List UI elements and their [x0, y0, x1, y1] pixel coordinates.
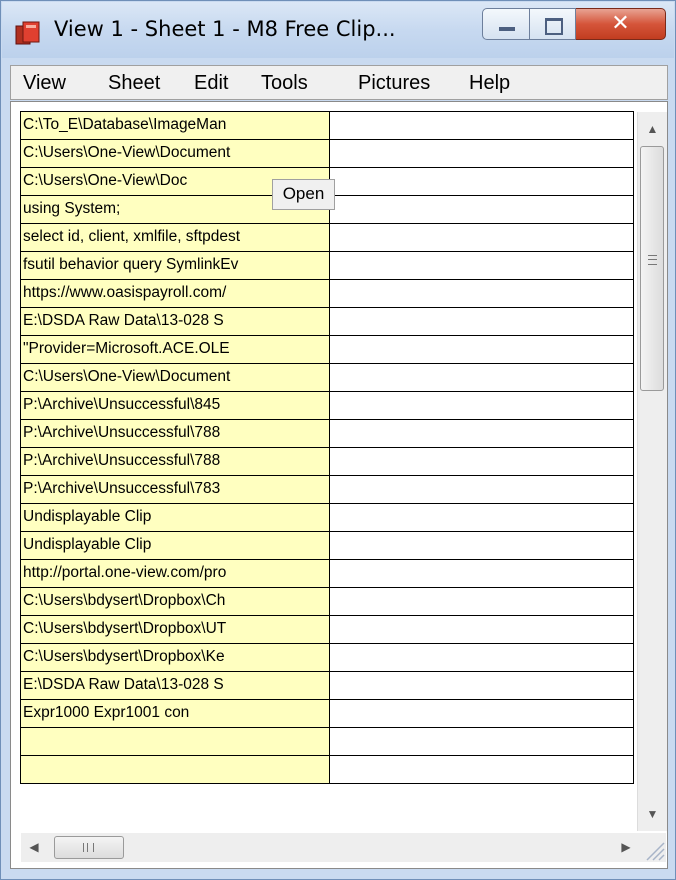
clip-text-cell[interactable] — [20, 755, 330, 784]
scroll-right-arrow-icon[interactable]: ▶ — [613, 833, 639, 862]
clip-preview-cell[interactable] — [329, 419, 634, 448]
horizontal-scroll-thumb[interactable] — [54, 836, 124, 859]
menu-bar: View Sheet Edit Tools Pictures Help — [10, 65, 668, 100]
clip-preview-cell[interactable] — [329, 223, 634, 252]
clip-preview-cell[interactable] — [329, 727, 634, 756]
scroll-up-arrow-icon[interactable]: ▲ — [638, 112, 667, 144]
clip-text-cell[interactable]: C:\Users\One-View\Document — [20, 139, 330, 168]
scroll-left-arrow-icon[interactable]: ◀ — [21, 833, 47, 862]
minimize-button[interactable] — [482, 8, 530, 40]
clip-text-cell[interactable]: P:\Archive\Unsuccessful\788 — [20, 447, 330, 476]
resize-grip[interactable] — [639, 833, 666, 862]
clip-text-cell[interactable]: P:\Archive\Unsuccessful\788 — [20, 419, 330, 448]
clip-preview-cell[interactable] — [329, 531, 634, 560]
clip-preview-cell[interactable] — [329, 195, 634, 224]
clip-text-cell[interactable] — [20, 727, 330, 756]
clip-text-cell[interactable]: "Provider=Microsoft.ACE.OLE — [20, 335, 330, 364]
clip-text-cell[interactable]: C:\To_E\Database\ImageMan — [20, 111, 330, 140]
clip-preview-cell[interactable] — [329, 475, 634, 504]
clip-text-cell[interactable]: select id, client, xmlfile, sftpdest — [20, 223, 330, 252]
clip-text-cell[interactable]: C:\Users\bdysert\Dropbox\Ke — [20, 643, 330, 672]
clip-text-cell[interactable]: Undisplayable Clip — [20, 531, 330, 560]
horizontal-scrollbar[interactable]: ◀ ▶ — [21, 833, 639, 862]
clip-preview-cell[interactable] — [329, 279, 634, 308]
close-button[interactable]: ✕ — [576, 8, 666, 40]
clip-preview-cell[interactable] — [329, 363, 634, 392]
clip-text-cell[interactable]: C:\Users\One-View\Document — [20, 363, 330, 392]
menu-pictures[interactable]: Pictures — [358, 72, 430, 95]
clip-preview-cell[interactable] — [329, 671, 634, 700]
clip-text-cell[interactable]: https://www.oasispayroll.com/ — [20, 279, 330, 308]
clip-preview-cell[interactable] — [329, 503, 634, 532]
clip-text-cell[interactable]: Undisplayable Clip — [20, 503, 330, 532]
menu-sheet[interactable]: Sheet — [108, 72, 160, 95]
clip-preview-cell[interactable] — [329, 307, 634, 336]
clip-preview-cell[interactable] — [329, 447, 634, 476]
clip-preview-cell[interactable] — [329, 139, 634, 168]
clip-preview-cell[interactable] — [329, 643, 634, 672]
clip-preview-cell[interactable] — [329, 559, 634, 588]
vertical-scrollbar[interactable]: ▲ ▼ — [637, 112, 667, 831]
clip-text-cell[interactable]: fsutil behavior query SymlinkEv — [20, 251, 330, 280]
close-icon: ✕ — [611, 11, 630, 36]
grip-icon — [648, 255, 657, 265]
resize-grip-icon — [646, 842, 665, 861]
clip-text-cell[interactable]: C:\Users\bdysert\Dropbox\UT — [20, 615, 330, 644]
menu-help[interactable]: Help — [469, 72, 510, 95]
menu-edit[interactable]: Edit — [194, 72, 228, 95]
maximize-icon — [545, 18, 563, 35]
clip-preview-cell[interactable] — [329, 111, 634, 140]
clip-preview-cell[interactable] — [329, 587, 634, 616]
clip-preview-cell[interactable] — [329, 335, 634, 364]
window-title: View 1 - Sheet 1 - M8 Free Clip... — [54, 17, 396, 41]
app-window: View 1 - Sheet 1 - M8 Free Clip... ✕ Vie… — [0, 0, 676, 880]
clip-preview-cell[interactable] — [329, 699, 634, 728]
vertical-scroll-thumb[interactable] — [640, 146, 664, 391]
clip-preview-cell[interactable] — [329, 755, 634, 784]
clip-text-cell[interactable]: Expr1000 Expr1001 con — [20, 699, 330, 728]
open-clip-button[interactable]: Open — [272, 179, 335, 210]
clip-preview-cell[interactable] — [329, 615, 634, 644]
maximize-button[interactable] — [530, 8, 576, 40]
clip-preview-cell[interactable] — [329, 251, 634, 280]
clip-text-cell[interactable]: http://portal.one-view.com/pro — [20, 559, 330, 588]
clip-text-cell[interactable]: P:\Archive\Unsuccessful\783 — [20, 475, 330, 504]
grip-icon — [83, 843, 94, 852]
clip-text-cell[interactable]: P:\Archive\Unsuccessful\845 — [20, 391, 330, 420]
clip-text-cell[interactable]: E:\DSDA Raw Data\13-028 S — [20, 307, 330, 336]
clip-preview-cell[interactable] — [329, 391, 634, 420]
minimize-icon — [499, 27, 515, 31]
menu-tools[interactable]: Tools — [261, 72, 308, 95]
scroll-down-arrow-icon[interactable]: ▼ — [638, 799, 667, 831]
clip-text-cell[interactable]: E:\DSDA Raw Data\13-028 S — [20, 671, 330, 700]
menu-view[interactable]: View — [23, 72, 66, 95]
m8-clipboard-icon[interactable] — [14, 20, 42, 46]
clip-sheet: C:\To_E\Database\ImageMan C:\Users\One-Vi… — [10, 101, 668, 869]
clip-text-cell[interactable]: C:\Users\bdysert\Dropbox\Ch — [20, 587, 330, 616]
clip-preview-cell[interactable] — [329, 167, 634, 196]
title-bar[interactable]: View 1 - Sheet 1 - M8 Free Clip... ✕ — [2, 2, 674, 58]
